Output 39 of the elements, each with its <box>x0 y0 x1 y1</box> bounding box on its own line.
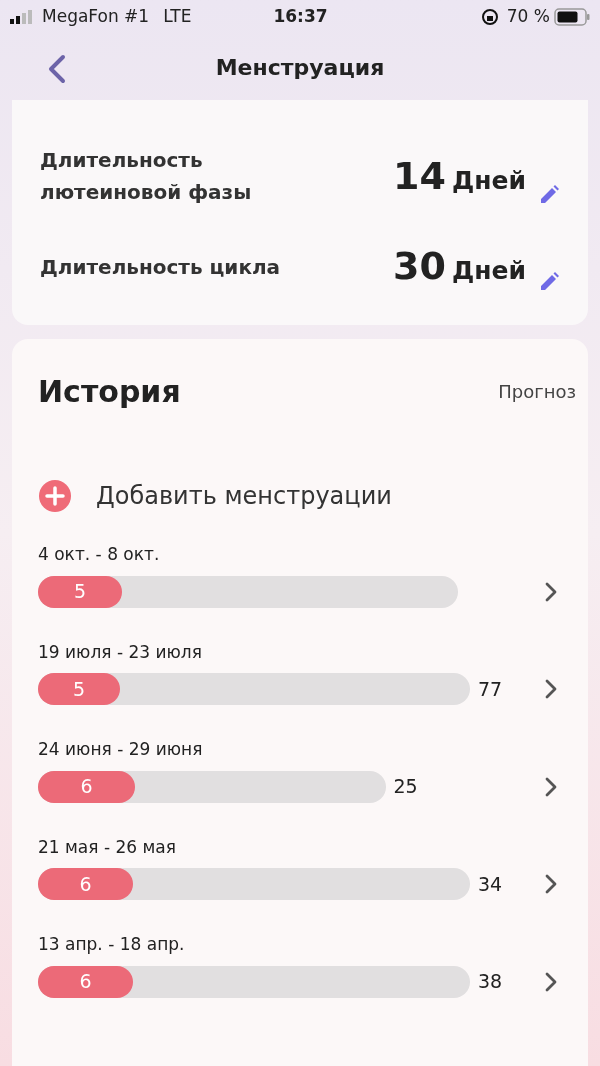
chevron-right-icon[interactable] <box>544 580 558 603</box>
period-fill: 6 <box>38 868 134 900</box>
setting-value: 30 <box>393 243 446 290</box>
period-fill: 5 <box>38 673 121 705</box>
cycle-length: 38 <box>478 969 503 995</box>
period-dates: 19 июля - 23 июля <box>38 640 203 664</box>
setting-label: Длительность лютеиновой фазы <box>40 147 253 206</box>
battery-icon <box>554 8 590 26</box>
period-fill: 6 <box>38 770 136 803</box>
cycle-length: 25 <box>393 774 418 800</box>
setting-value: 14 <box>393 152 446 200</box>
plus-icon <box>38 479 72 513</box>
setting-unit: Дней <box>452 164 526 197</box>
pencil-icon[interactable] <box>538 184 560 206</box>
carrier-name: MegaFon #1 <box>42 5 150 29</box>
period-fill: 5 <box>38 575 122 608</box>
section-title: История <box>38 373 181 411</box>
period-dates: 4 окт. - 8 окт. <box>38 543 161 566</box>
battery-percent: 70 % <box>506 5 550 29</box>
chevron-right-icon[interactable] <box>544 775 558 798</box>
clock: 16:37 <box>273 5 328 29</box>
add-period-button[interactable]: Добавить менструации <box>38 478 392 514</box>
cycle-length: 34 <box>478 871 503 897</box>
setting-unit: Дней <box>452 255 526 287</box>
rotation-lock-icon <box>480 8 499 26</box>
forecast-link[interactable]: Прогноз <box>498 378 576 405</box>
period-fill: 6 <box>38 965 134 998</box>
setting-label: Длительность цикла <box>40 253 282 281</box>
screen-title: Менструация <box>215 53 385 82</box>
chevron-right-icon[interactable] <box>544 873 558 895</box>
cycle-length: 77 <box>478 676 503 702</box>
back-icon[interactable] <box>46 54 68 84</box>
period-dates: 13 апр. - 18 апр. <box>38 933 186 956</box>
chevron-right-icon[interactable] <box>544 678 558 700</box>
period-dates: 21 мая - 26 мая <box>38 835 177 859</box>
chevron-right-icon[interactable] <box>544 970 558 993</box>
pencil-icon[interactable] <box>538 271 560 293</box>
period-dates: 24 июня - 29 июня <box>38 738 204 761</box>
network-type: LTE <box>163 5 192 29</box>
